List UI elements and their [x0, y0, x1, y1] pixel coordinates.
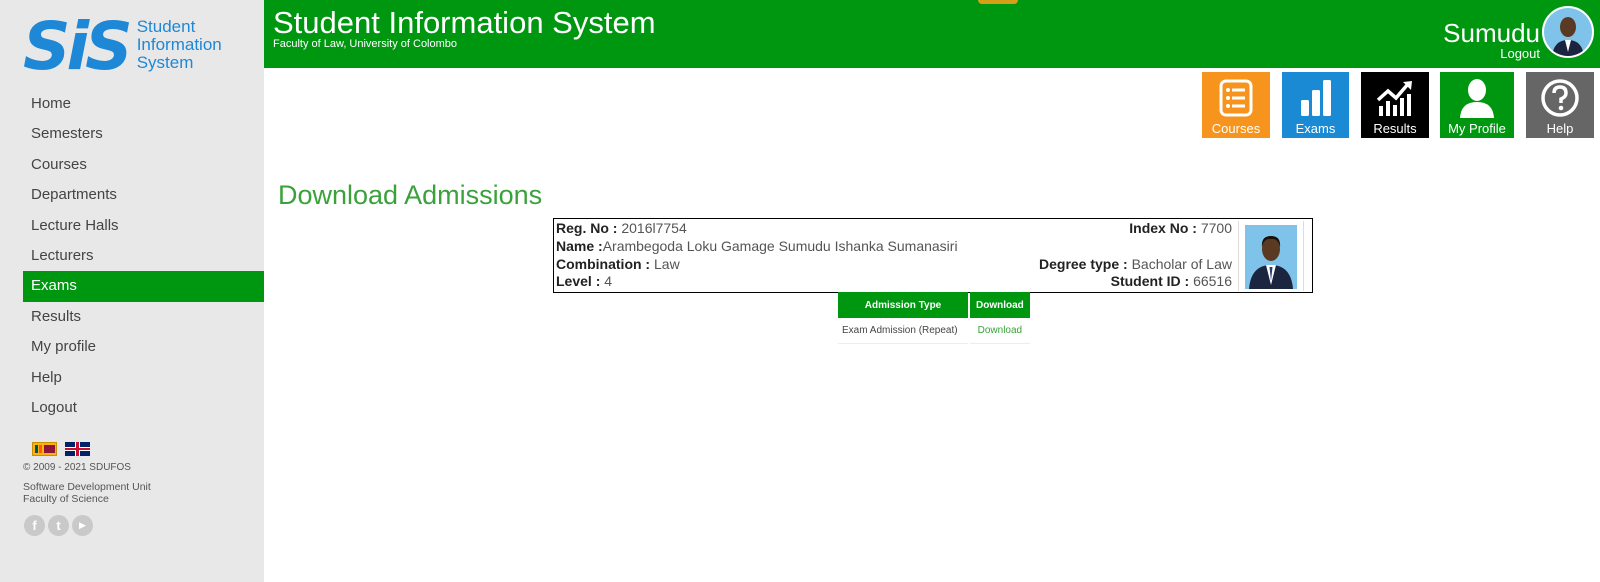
- sidebar-nav: Home Semesters Courses Departments Lectu…: [23, 89, 264, 423]
- name-value: Arambegoda Loku Gamage Sumudu Ishanka Su…: [602, 237, 958, 254]
- level-label: Level :: [556, 273, 605, 290]
- tile-exams-label: Exams: [1295, 121, 1336, 136]
- tile-results-label: Results: [1373, 121, 1417, 136]
- logo-line-1: Student: [136, 17, 196, 36]
- header-logout-link[interactable]: Logout: [1500, 46, 1540, 61]
- social-links: f t ▶: [24, 515, 93, 536]
- index-no-row: Index No : 7700: [1039, 220, 1232, 238]
- facebook-icon[interactable]: f: [24, 515, 45, 536]
- admissions-header-row: Admission Type Download: [838, 292, 1030, 318]
- tile-help[interactable]: Help: [1526, 72, 1594, 138]
- quick-tiles: Courses Exams Results My Profile Help: [0, 72, 1600, 138]
- trend-chart-icon: [1376, 81, 1412, 116]
- degree-type-row: Degree type : Bacholar of Law: [1039, 256, 1232, 274]
- index-no-value: 7700: [1200, 220, 1232, 236]
- student-photo-frame: [1238, 221, 1304, 291]
- reg-no-row: Reg. No : 2016l7754: [556, 220, 958, 238]
- person-icon: [1460, 79, 1494, 118]
- student-id-value: 66516: [1193, 273, 1232, 290]
- page-title: Download Admissions: [278, 180, 543, 210]
- name-label: Name :: [556, 237, 603, 254]
- reg-no-label: Reg. No :: [556, 220, 622, 236]
- admission-type-cell: Exam Admission (Repeat): [838, 318, 968, 344]
- combination-label: Combination :: [556, 255, 654, 272]
- logo-mark: SiS: [23, 8, 133, 85]
- combination-value: Law: [654, 255, 680, 272]
- nav-item-courses[interactable]: Courses: [23, 150, 264, 180]
- table-row: Exam Admission (Repeat) Download: [838, 318, 1030, 344]
- uk-flag-icon[interactable]: [65, 442, 90, 456]
- tile-my-profile[interactable]: My Profile: [1440, 72, 1514, 138]
- logo-line-3: System: [136, 53, 194, 72]
- admissions-table: Admission Type Download Exam Admission (…: [836, 292, 1032, 344]
- student-photo: [1245, 225, 1297, 289]
- download-link[interactable]: Download: [970, 318, 1030, 344]
- reg-no-value: 2016l7754: [621, 220, 687, 236]
- developer-faculty: Faculty of Science: [23, 493, 109, 505]
- nav-item-help[interactable]: Help: [23, 363, 264, 393]
- nav-item-lecturers[interactable]: Lecturers: [23, 241, 264, 271]
- blank-row: [1039, 238, 1232, 256]
- header-admission-type: Admission Type: [838, 292, 968, 318]
- student-info-card: Reg. No : 2016l7754 Name :Arambegoda Lok…: [553, 218, 1313, 293]
- twitter-icon[interactable]: t: [48, 515, 69, 536]
- header-download: Download: [970, 292, 1030, 318]
- app-title: Student Information System: [273, 5, 656, 40]
- student-id-label: Student ID :: [1110, 273, 1194, 290]
- level-value: 4: [604, 273, 613, 290]
- nav-item-results[interactable]: Results: [23, 302, 264, 332]
- level-row: Level : 4: [556, 273, 958, 291]
- combination-row: Combination : Law: [556, 256, 958, 274]
- name-row: Name :Arambegoda Loku Gamage Sumudu Isha…: [556, 238, 958, 256]
- nav-item-my-profile[interactable]: My profile: [23, 332, 264, 362]
- developer-credit: Software Development Unit Faculty of Sci…: [23, 481, 151, 505]
- student-info-left: Reg. No : 2016l7754 Name :Arambegoda Lok…: [556, 220, 958, 291]
- tile-help-label: Help: [1546, 121, 1574, 136]
- user-name: Sumudu: [1443, 18, 1540, 48]
- youtube-icon[interactable]: ▶: [72, 515, 93, 536]
- header-bar: Student Information System Faculty of La…: [264, 0, 1600, 68]
- logo-line-2: Information: [136, 35, 222, 54]
- university-emblem-icon: [978, 0, 1018, 4]
- app-subtitle: Faculty of Law, University of Colombo: [273, 38, 458, 50]
- index-no-label: Index No :: [1129, 220, 1201, 236]
- student-info-right: Index No : 7700 Degree type : Bacholar o…: [1039, 220, 1232, 291]
- tile-results[interactable]: Results: [1361, 72, 1429, 138]
- logo-text: Student Information System: [137, 18, 222, 72]
- nav-item-departments[interactable]: Departments: [23, 180, 264, 210]
- tile-my-profile-label: My Profile: [1448, 121, 1506, 136]
- tile-courses[interactable]: Courses: [1202, 72, 1270, 138]
- nav-item-lecture-halls[interactable]: Lecture Halls: [23, 211, 264, 241]
- copyright: © 2009 - 2021 SDUFOS: [23, 462, 131, 473]
- list-icon: [1219, 79, 1253, 117]
- degree-type-value: Bacholar of Law: [1131, 255, 1232, 272]
- nav-item-exams[interactable]: Exams: [23, 271, 264, 302]
- developer-unit: Software Development Unit: [23, 481, 151, 493]
- tile-courses-label: Courses: [1211, 121, 1261, 136]
- bar-chart-icon: [1300, 80, 1331, 116]
- degree-type-label: Degree type :: [1039, 255, 1132, 272]
- language-selector: [32, 442, 90, 456]
- student-id-row: Student ID : 66516: [1039, 273, 1232, 291]
- sis-logo[interactable]: SiS Student Information System: [23, 8, 222, 85]
- tile-exams[interactable]: Exams: [1282, 72, 1349, 138]
- sri-lanka-flag-icon[interactable]: [32, 442, 57, 456]
- help-icon: [1541, 79, 1579, 117]
- nav-item-logout[interactable]: Logout: [23, 393, 264, 423]
- user-avatar[interactable]: [1542, 6, 1594, 58]
